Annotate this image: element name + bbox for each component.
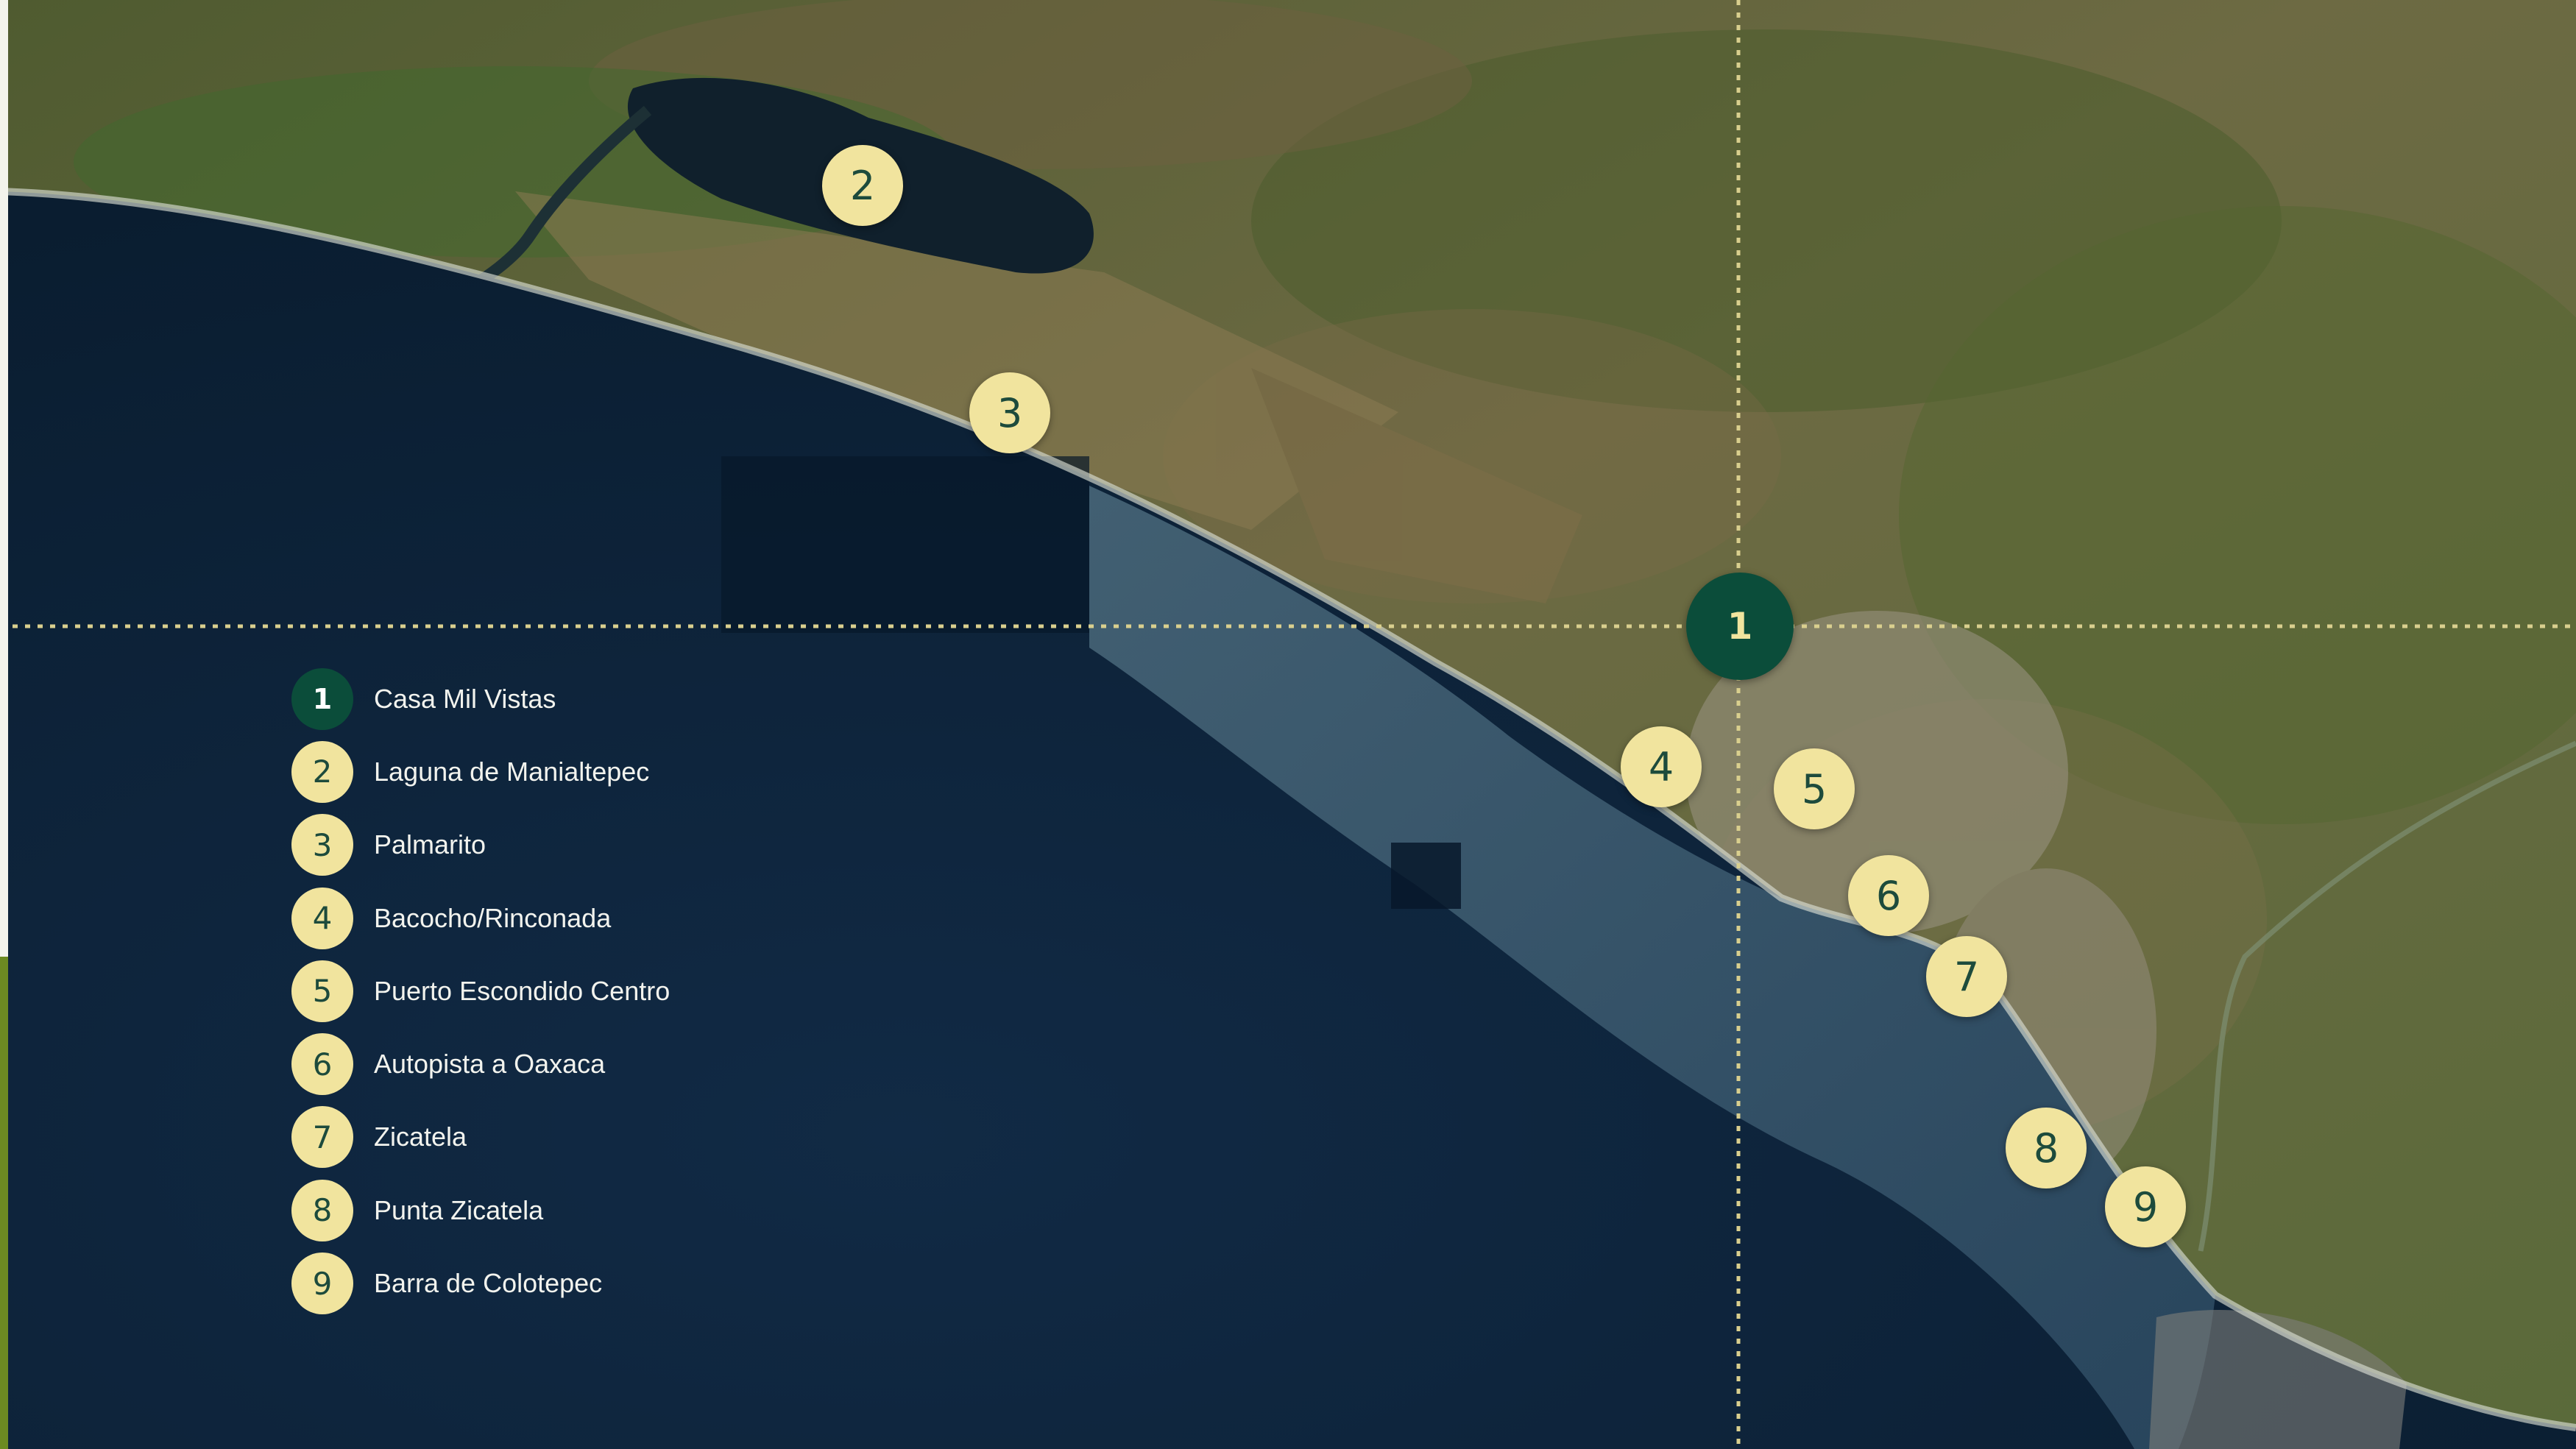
- legend-label: Puerto Escondido Centro: [374, 975, 670, 1006]
- legend-label: Zicatela: [374, 1122, 467, 1152]
- legend-item[interactable]: 2 Laguna de Manialtepec: [291, 735, 670, 808]
- dark-water-patch: [721, 456, 1089, 633]
- legend-item[interactable]: 6 Autopista a Oaxaca: [291, 1027, 670, 1100]
- legend-item[interactable]: 9 Barra de Colotepec: [291, 1247, 670, 1319]
- legend-label: Laguna de Manialtepec: [374, 756, 650, 787]
- map-view[interactable]: 1 2 3 4 5 6 7 8 9 1 Casa Mil Vistas 2 La…: [0, 0, 2576, 1449]
- legend-marker-icon: 6: [291, 1033, 353, 1096]
- map-marker-1[interactable]: 1: [1686, 573, 1794, 680]
- map-marker-3[interactable]: 3: [969, 372, 1050, 453]
- legend-marker-icon: 9: [291, 1253, 353, 1315]
- map-marker-2[interactable]: 2: [822, 145, 903, 226]
- legend-item[interactable]: 3 Palmarito: [291, 809, 670, 882]
- legend-marker-icon: 4: [291, 887, 353, 949]
- map-marker-6[interactable]: 6: [1848, 855, 1929, 936]
- map-marker-8[interactable]: 8: [2006, 1108, 2087, 1188]
- legend-label: Bacocho/Rinconada: [374, 902, 612, 933]
- map-marker-4[interactable]: 4: [1621, 726, 1702, 807]
- map-legend: 1 Casa Mil Vistas 2 Laguna de Manialtepe…: [291, 662, 670, 1320]
- left-edge-accent: [0, 957, 8, 1449]
- legend-marker-icon: 7: [291, 1106, 353, 1169]
- legend-item[interactable]: 7 Zicatela: [291, 1101, 670, 1174]
- map-marker-9[interactable]: 9: [2105, 1166, 2186, 1247]
- legend-marker-icon: 3: [291, 814, 353, 876]
- legend-label: Casa Mil Vistas: [374, 683, 556, 714]
- map-marker-7[interactable]: 7: [1926, 936, 2007, 1017]
- legend-label: Palmarito: [374, 829, 486, 860]
- dark-water-patch-small: [1391, 843, 1461, 909]
- legend-label: Barra de Colotepec: [374, 1268, 603, 1299]
- legend-item[interactable]: 8 Punta Zicatela: [291, 1174, 670, 1247]
- legend-item[interactable]: 1 Casa Mil Vistas: [291, 662, 670, 735]
- legend-marker-icon: 1: [291, 667, 353, 730]
- legend-label: Autopista a Oaxaca: [374, 1049, 606, 1080]
- legend-marker-icon: 2: [291, 740, 353, 803]
- legend-label: Punta Zicatela: [374, 1194, 544, 1225]
- legend-marker-icon: 5: [291, 960, 353, 1022]
- legend-marker-icon: 8: [291, 1179, 353, 1241]
- legend-item[interactable]: 5 Puerto Escondido Centro: [291, 954, 670, 1027]
- map-marker-5[interactable]: 5: [1774, 748, 1855, 829]
- legend-item[interactable]: 4 Bacocho/Rinconada: [291, 882, 670, 954]
